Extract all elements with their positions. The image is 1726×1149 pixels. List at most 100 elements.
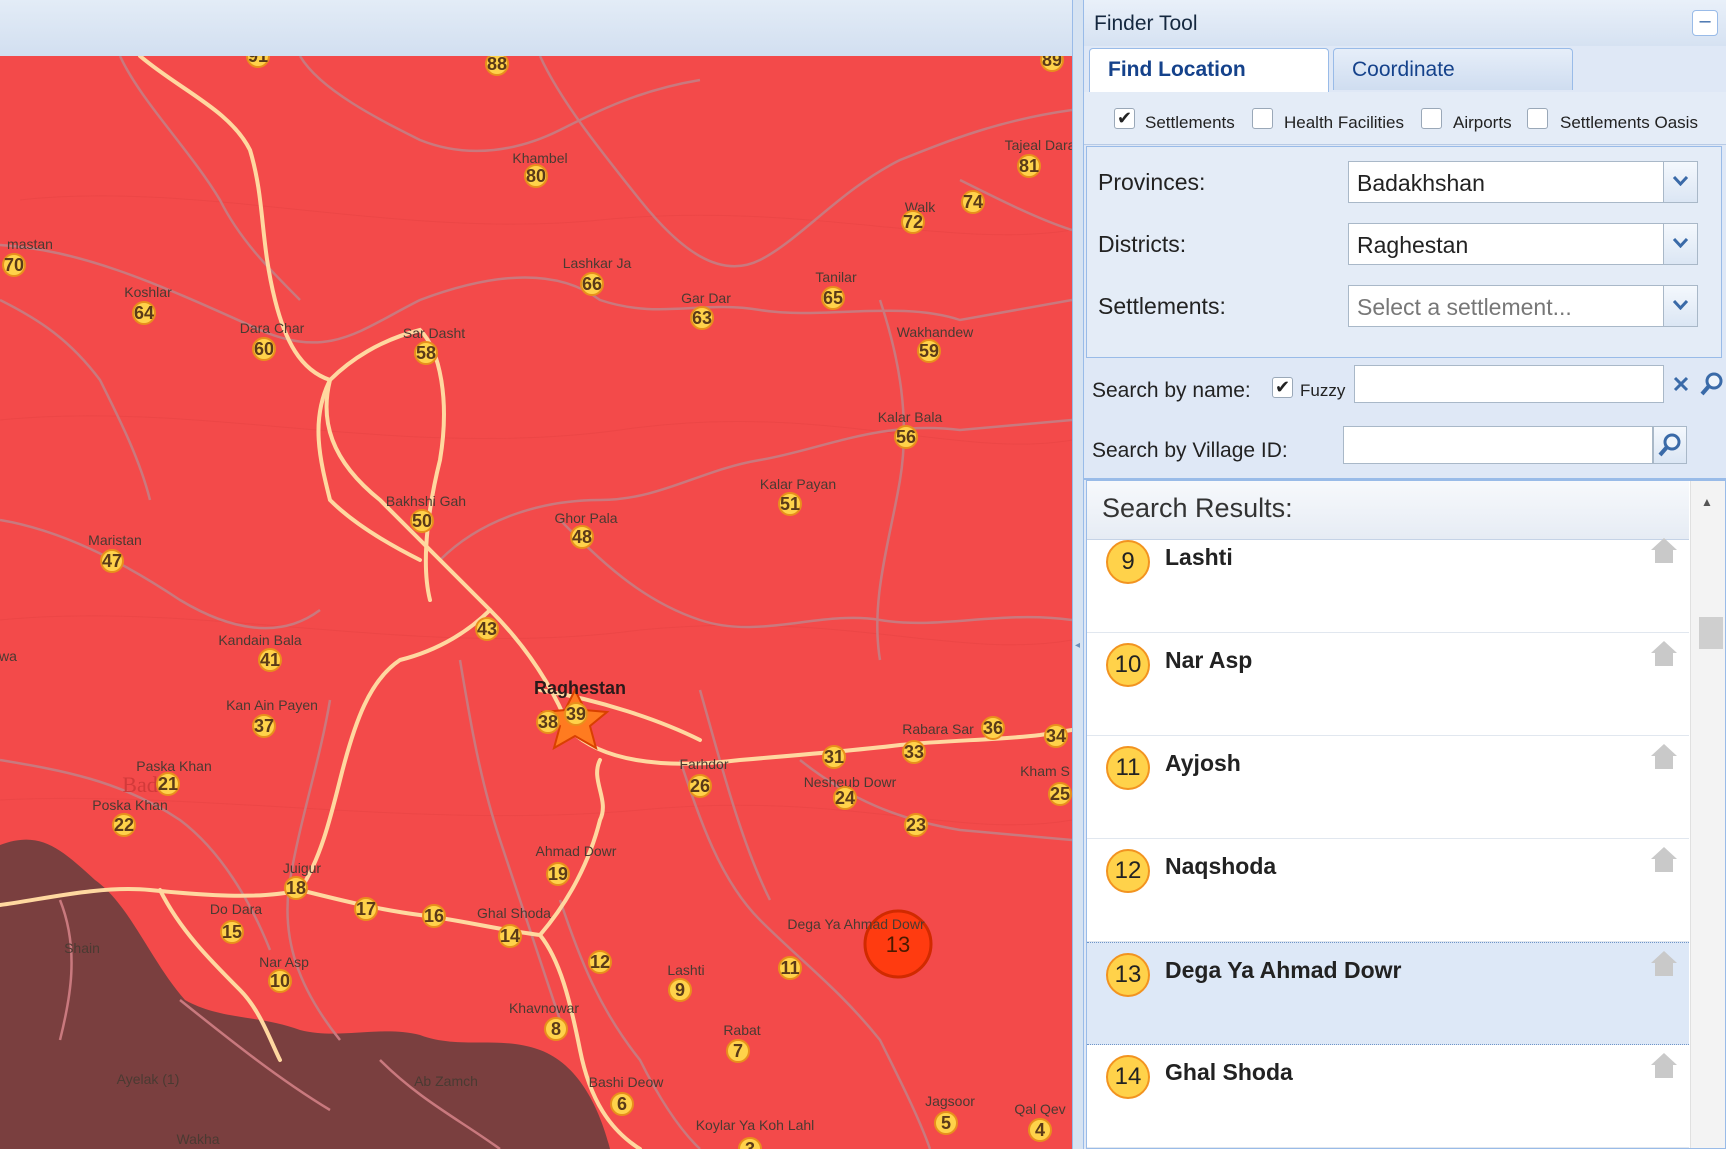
settlement-marker[interactable]: 39 xyxy=(564,702,588,726)
settlement-marker[interactable]: 5 xyxy=(934,1111,958,1135)
settlement-marker-number: 38 xyxy=(538,712,558,732)
settlement-marker[interactable]: 8 xyxy=(544,1017,568,1041)
clear-icon[interactable] xyxy=(1664,365,1698,403)
settlement-marker[interactable]: 21 xyxy=(156,772,180,796)
panel-splitter[interactable]: ◂ xyxy=(1072,0,1084,1149)
settlement-marker[interactable]: 65 xyxy=(821,286,845,310)
chevron-down-icon[interactable] xyxy=(1663,224,1697,264)
home-icon[interactable] xyxy=(1649,742,1679,770)
finder-title-bar: Finder Tool – xyxy=(1084,0,1726,46)
home-icon[interactable] xyxy=(1649,845,1679,873)
search-icon[interactable] xyxy=(1653,426,1687,464)
settlement-marker[interactable]: 33 xyxy=(902,740,926,764)
settlement-marker[interactable]: 37 xyxy=(252,714,276,738)
settlement-marker[interactable]: 50 xyxy=(410,509,434,533)
splitter-arrow-icon[interactable]: ◂ xyxy=(1075,640,1080,651)
search-icon[interactable] xyxy=(1698,365,1726,403)
home-icon[interactable] xyxy=(1649,536,1679,564)
settlement-marker[interactable]: 11 xyxy=(778,956,802,980)
results-scrollbar[interactable]: ▲ xyxy=(1690,481,1725,1148)
result-name: Nar Asp xyxy=(1165,647,1253,673)
health-facilities-checkbox[interactable] xyxy=(1252,108,1273,129)
result-item[interactable]: 14 Ghal Shoda xyxy=(1087,1045,1689,1148)
settlement-marker[interactable]: 66 xyxy=(580,272,604,296)
chevron-down-icon[interactable] xyxy=(1663,286,1697,326)
settlement-marker[interactable]: 72 xyxy=(901,210,925,234)
settlement-marker[interactable]: 81 xyxy=(1017,154,1041,178)
fuzzy-checkbox[interactable]: ✔ xyxy=(1272,377,1293,398)
map-canvas[interactable]: 13 KhambelTajeal DaraWalkLashkar JaGar D… xyxy=(0,56,1072,1149)
settlement-marker[interactable]: 19 xyxy=(546,862,570,886)
settlement-marker[interactable]: 89 xyxy=(1040,56,1064,72)
settlement-marker[interactable]: 36 xyxy=(981,716,1005,740)
village-id-input[interactable] xyxy=(1343,426,1653,464)
result-item[interactable]: 12 Naqshoda xyxy=(1087,839,1689,942)
settlement-marker[interactable]: 60 xyxy=(252,337,276,361)
settlement-marker[interactable]: 7 xyxy=(726,1039,750,1063)
settlement-marker[interactable]: 16 xyxy=(422,904,446,928)
result-item[interactable]: 9 Lashti xyxy=(1087,530,1689,633)
results-title: Search Results: xyxy=(1102,493,1293,523)
settlement-marker[interactable]: 88 xyxy=(485,56,509,76)
settlement-marker[interactable]: 80 xyxy=(524,164,548,188)
scroll-up-arrow-icon[interactable]: ▲ xyxy=(1701,495,1713,509)
settlement-marker[interactable]: 14 xyxy=(498,924,522,948)
settlement-marker[interactable]: 34 xyxy=(1044,724,1068,748)
settlement-marker[interactable]: 91 xyxy=(246,56,270,68)
settlement-marker[interactable]: 51 xyxy=(778,492,802,516)
settlement-marker[interactable]: 25 xyxy=(1048,782,1072,806)
settlement-marker[interactable]: 17 xyxy=(354,897,378,921)
settlement-marker[interactable]: 10 xyxy=(268,969,292,993)
map-place-label: Kan Ain Payen xyxy=(226,697,318,713)
settlement-marker[interactable]: 41 xyxy=(258,648,282,672)
settlement-marker[interactable]: 31 xyxy=(822,745,846,769)
result-item[interactable]: 11 Ayjosh xyxy=(1087,736,1689,839)
settlement-marker[interactable]: 22 xyxy=(112,813,136,837)
settlement-marker[interactable]: 47 xyxy=(100,549,124,573)
settlement-marker[interactable]: 15 xyxy=(220,920,244,944)
collapse-button[interactable]: – xyxy=(1692,10,1718,36)
tab-find-location[interactable]: Find Location xyxy=(1089,48,1329,93)
result-item[interactable]: 10 Nar Asp xyxy=(1087,633,1689,736)
settlements-oasis-checkbox[interactable] xyxy=(1527,108,1548,129)
settlement-marker[interactable]: 74 xyxy=(961,190,985,214)
settlement-marker[interactable]: 56 xyxy=(894,425,918,449)
settlements-checkbox[interactable]: ✔ xyxy=(1114,108,1135,129)
settlement-marker[interactable]: 9 xyxy=(668,978,692,1002)
settlement-marker[interactable]: 38 xyxy=(536,710,560,734)
districts-combo[interactable]: Raghestan xyxy=(1348,223,1698,265)
settlement-marker[interactable]: 70 xyxy=(2,253,26,277)
settlement-marker[interactable]: 4 xyxy=(1028,1118,1052,1142)
settlement-marker[interactable]: 43 xyxy=(475,617,499,641)
home-icon[interactable] xyxy=(1649,1051,1679,1079)
tab-coordinate[interactable]: Coordinate xyxy=(1333,48,1573,90)
settlement-marker[interactable]: 6 xyxy=(610,1092,634,1116)
settlement-marker[interactable]: 59 xyxy=(917,339,941,363)
scroll-thumb[interactable] xyxy=(1699,617,1723,649)
settlement-marker[interactable]: 18 xyxy=(284,876,308,900)
settlement-marker[interactable]: 58 xyxy=(414,341,438,365)
search-name-input[interactable] xyxy=(1354,365,1664,403)
settlement-marker[interactable]: 12 xyxy=(588,950,612,974)
settlement-marker-number: 41 xyxy=(260,650,280,670)
settlement-marker[interactable]: 63 xyxy=(690,306,714,330)
settlement-marker[interactable]: 26 xyxy=(688,774,712,798)
districts-value: Raghestan xyxy=(1357,232,1469,258)
chevron-down-icon[interactable] xyxy=(1663,162,1697,202)
settlement-marker-number: 33 xyxy=(904,742,924,762)
settlement-marker[interactable]: 48 xyxy=(570,525,594,549)
settlement-marker[interactable]: 64 xyxy=(132,301,156,325)
home-icon[interactable] xyxy=(1649,639,1679,667)
settlement-marker[interactable]: 23 xyxy=(904,813,928,837)
result-item-selected[interactable]: 13 Dega Ya Ahmad Dowr xyxy=(1087,942,1689,1045)
map-place-label: Rabara Sar xyxy=(902,721,974,737)
map-place-label: Ahmad Dowr xyxy=(536,843,617,859)
airports-checkbox[interactable] xyxy=(1421,108,1442,129)
settlement-marker[interactable]: 24 xyxy=(833,786,857,810)
map-pane[interactable]: 13 Khambel Tajeal Dara Walk Lashkar Ja Gar D… xyxy=(0,0,1072,1149)
map-place-label: Gar Dar xyxy=(681,290,731,306)
settlements-combo[interactable]: Select a settlement... xyxy=(1348,285,1698,327)
home-icon[interactable] xyxy=(1649,949,1679,977)
provinces-combo[interactable]: Badakhshan xyxy=(1348,161,1698,203)
settlements-oasis-checkbox-label: Settlements Oasis xyxy=(1560,113,1698,132)
